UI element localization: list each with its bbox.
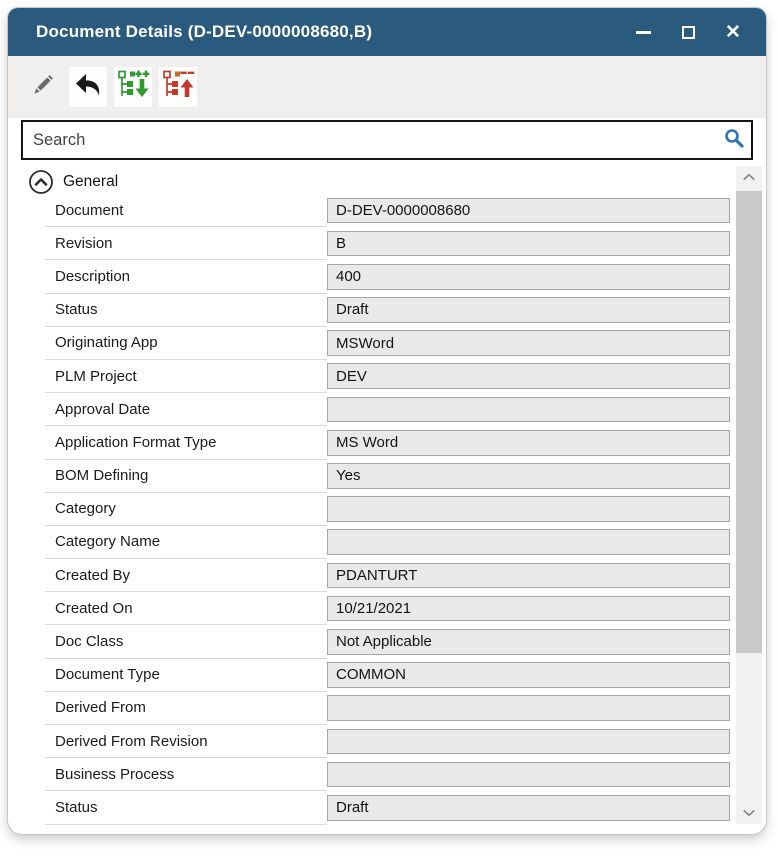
tree-minus-up-arrow-icon bbox=[161, 68, 195, 107]
general-section-header: General bbox=[28, 169, 118, 195]
field-row: Document D-DEV-0000008680 bbox=[45, 194, 730, 227]
field-row: Derived From Revision bbox=[45, 725, 730, 758]
field-value: MS Word bbox=[327, 430, 730, 456]
field-row: Category bbox=[45, 493, 730, 526]
field-value: COMMON bbox=[327, 662, 730, 688]
field-label: Revision bbox=[45, 227, 327, 260]
field-label: Business Process bbox=[45, 758, 327, 791]
field-value bbox=[327, 695, 730, 721]
field-row: Business Process bbox=[45, 758, 730, 791]
maximize-icon bbox=[682, 26, 695, 39]
field-label: Derived From bbox=[45, 692, 327, 725]
minimize-button[interactable] bbox=[634, 23, 652, 41]
field-label: Approval Date bbox=[45, 393, 327, 426]
field-label: Description bbox=[45, 260, 327, 293]
field-label: Status bbox=[45, 791, 327, 824]
field-row: Status Draft bbox=[45, 294, 730, 327]
field-row: Doc Class Not Applicable bbox=[45, 625, 730, 658]
titlebar: Document Details (D-DEV-0000008680,B) ✕ bbox=[8, 8, 766, 56]
close-icon: ✕ bbox=[725, 23, 741, 42]
scroll-up-button[interactable] bbox=[736, 166, 762, 188]
chevron-up-icon bbox=[742, 173, 756, 181]
field-value: PDANTURT bbox=[327, 563, 730, 589]
minimize-icon bbox=[636, 31, 651, 34]
field-value bbox=[327, 729, 730, 755]
field-label: Category bbox=[45, 493, 327, 526]
search-submit[interactable] bbox=[717, 126, 751, 155]
details-content: General Document D-DEV-0000008680 Revisi… bbox=[8, 164, 766, 832]
field-row: BOM Defining Yes bbox=[45, 460, 730, 493]
field-label: Document bbox=[45, 194, 327, 227]
field-value bbox=[327, 762, 730, 788]
field-value: 10/21/2021 bbox=[327, 596, 730, 622]
field-value: Not Applicable bbox=[327, 629, 730, 655]
field-label: Originating App bbox=[45, 327, 327, 360]
field-row: Created By PDANTURT bbox=[45, 559, 730, 592]
field-row: Category Name bbox=[45, 526, 730, 559]
field-label: Document Type bbox=[45, 659, 327, 692]
field-value: Draft bbox=[327, 297, 730, 323]
field-label: Derived From Revision bbox=[45, 725, 327, 758]
field-value: D-DEV-0000008680 bbox=[327, 198, 730, 224]
field-label: Status bbox=[45, 294, 327, 327]
chevron-down-icon bbox=[742, 809, 756, 817]
collapse-section-button[interactable] bbox=[28, 169, 54, 195]
field-value: DEV bbox=[327, 363, 730, 389]
toolbar bbox=[8, 56, 766, 118]
undo-arrow-icon bbox=[72, 69, 104, 106]
field-row: Status Draft bbox=[45, 791, 730, 824]
pencil-icon bbox=[28, 70, 58, 105]
search-icon bbox=[722, 126, 746, 155]
general-section-label: General bbox=[63, 173, 118, 191]
search-input[interactable] bbox=[23, 131, 717, 150]
chevron-up-circle-icon bbox=[28, 169, 54, 195]
field-row: Originating App MSWord bbox=[45, 327, 730, 360]
document-details-window: Document Details (D-DEV-0000008680,B) ✕ bbox=[8, 8, 766, 834]
window-controls: ✕ bbox=[634, 23, 742, 41]
field-label: Created By bbox=[45, 559, 327, 592]
field-row: Description 400 bbox=[45, 260, 730, 293]
edit-button[interactable] bbox=[24, 67, 62, 107]
field-value: 400 bbox=[327, 264, 730, 290]
field-value: B bbox=[327, 231, 730, 257]
undo-button[interactable] bbox=[69, 67, 107, 107]
field-value: MSWord bbox=[327, 330, 730, 356]
field-label: Application Format Type bbox=[45, 426, 327, 459]
scroll-down-button[interactable] bbox=[736, 802, 762, 824]
field-row: Application Format Type MS Word bbox=[45, 426, 730, 459]
maximize-button[interactable] bbox=[679, 23, 697, 41]
field-label: Category Name bbox=[45, 526, 327, 559]
field-label: BOM Defining bbox=[45, 460, 327, 493]
fields-list: Document D-DEV-0000008680 Revision B Des… bbox=[45, 194, 730, 825]
field-value bbox=[327, 529, 730, 555]
field-label: PLM Project bbox=[45, 360, 327, 393]
search-area bbox=[8, 118, 766, 164]
close-button[interactable]: ✕ bbox=[724, 23, 742, 41]
vertical-scrollbar[interactable] bbox=[736, 166, 762, 824]
field-row: Derived From bbox=[45, 692, 730, 725]
tree-plus-down-arrow-icon bbox=[116, 68, 150, 107]
field-label: Doc Class bbox=[45, 625, 327, 658]
field-row: Approval Date bbox=[45, 393, 730, 426]
add-rows-button[interactable] bbox=[114, 67, 152, 107]
search-box bbox=[21, 120, 753, 160]
field-value bbox=[327, 397, 730, 423]
field-value: Yes bbox=[327, 463, 730, 489]
field-row: Document Type COMMON bbox=[45, 659, 730, 692]
field-row: Created On 10/21/2021 bbox=[45, 592, 730, 625]
field-row: PLM Project DEV bbox=[45, 360, 730, 393]
field-value: Draft bbox=[327, 795, 730, 821]
field-label: Created On bbox=[45, 592, 327, 625]
field-row: Revision B bbox=[45, 227, 730, 260]
scrollbar-thumb[interactable] bbox=[736, 191, 762, 653]
remove-rows-button[interactable] bbox=[159, 67, 197, 107]
window-title: Document Details (D-DEV-0000008680,B) bbox=[36, 22, 634, 42]
field-value bbox=[327, 496, 730, 522]
